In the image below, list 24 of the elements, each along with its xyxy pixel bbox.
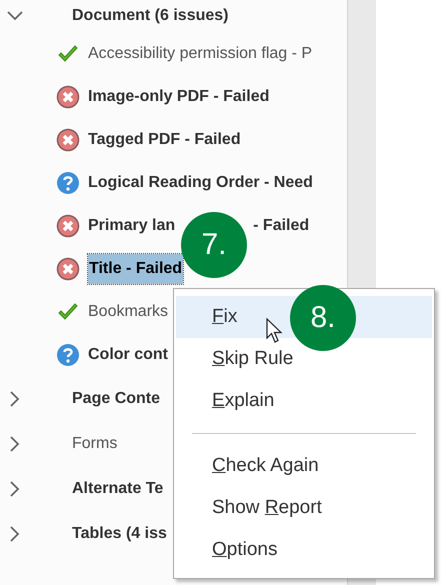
rule-item[interactable]: Logical Reading Order - Need	[88, 174, 313, 192]
error-icon	[56, 128, 80, 152]
error-icon	[56, 84, 80, 108]
menu-item[interactable]: Explain	[176, 380, 432, 422]
rule-item[interactable]: Primary lan	[88, 216, 176, 234]
menu-item[interactable]: Options	[176, 529, 432, 571]
rule-item[interactable]: Accessibility permission flag - P	[88, 44, 312, 62]
rule-status-text: - Failed	[253, 216, 310, 234]
menu-item[interactable]: Check Again	[176, 445, 432, 487]
error-icon	[56, 214, 80, 238]
rule-item[interactable]: Bookmarks	[88, 302, 168, 320]
category-label[interactable]: Alternate Te	[72, 480, 164, 498]
category-label[interactable]: Page Conte	[72, 390, 160, 408]
help-icon	[56, 342, 80, 366]
menu-item[interactable]: Show Report	[176, 487, 432, 529]
rule-item[interactable]: Image-only PDF - Failed	[88, 88, 270, 106]
error-icon	[56, 256, 80, 280]
category-label[interactable]: Document (6 issues)	[72, 7, 228, 25]
category-label[interactable]: Tables (4 iss	[72, 524, 167, 542]
rule-item[interactable]: Tagged PDF - Failed	[88, 130, 241, 148]
rule-item[interactable]: Color cont	[88, 346, 168, 364]
category-label[interactable]: Forms	[72, 434, 118, 452]
rule-item[interactable]: Title - Failed	[88, 254, 184, 284]
help-icon	[56, 170, 80, 194]
